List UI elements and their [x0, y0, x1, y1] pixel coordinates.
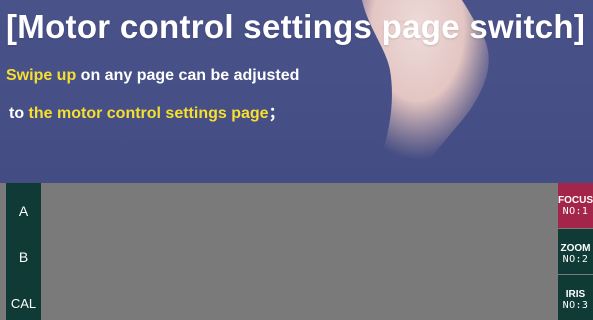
focus-label: FOCUS [558, 195, 593, 206]
zoom-label: ZOOM [560, 243, 591, 254]
motor-control-panel[interactable]: A B CAL FOCUS NO:1 ZOOM NO:2 IRIS NO:3 [0, 183, 593, 320]
instruction-prefix-2: to [9, 105, 29, 122]
instruction-line-1: Swipe up on any page can be adjusted [6, 67, 299, 85]
zoom-number: NO:2 [562, 254, 589, 265]
iris-motor-button[interactable]: IRIS NO:3 [558, 275, 593, 320]
zoom-motor-button[interactable]: ZOOM NO:2 [558, 229, 593, 274]
instruction-text-1: on any page can be adjusted [76, 67, 300, 84]
button-cal[interactable]: CAL [6, 296, 41, 311]
page-title: [Motor control settings page switch] [6, 8, 586, 45]
instruction-highlight-page: the motor control settings page [28, 105, 269, 122]
instruction-line-2: to the motor control settings page； [9, 99, 285, 123]
button-a[interactable]: A [6, 203, 41, 219]
button-b[interactable]: B [6, 249, 41, 265]
focus-number: NO:1 [562, 206, 589, 217]
focus-motor-button[interactable]: FOCUS NO:1 [558, 183, 593, 228]
left-button-bar: A B CAL [6, 183, 41, 320]
instruction-highlight-swipe: Swipe up [6, 67, 77, 84]
instruction-suffix-2: ； [268, 105, 285, 122]
iris-label: IRIS [565, 289, 586, 300]
right-motor-selector: FOCUS NO:1 ZOOM NO:2 IRIS NO:3 [558, 183, 593, 320]
instruction-banner: [Motor control settings page switch] Swi… [0, 0, 593, 183]
iris-number: NO:3 [562, 300, 589, 311]
